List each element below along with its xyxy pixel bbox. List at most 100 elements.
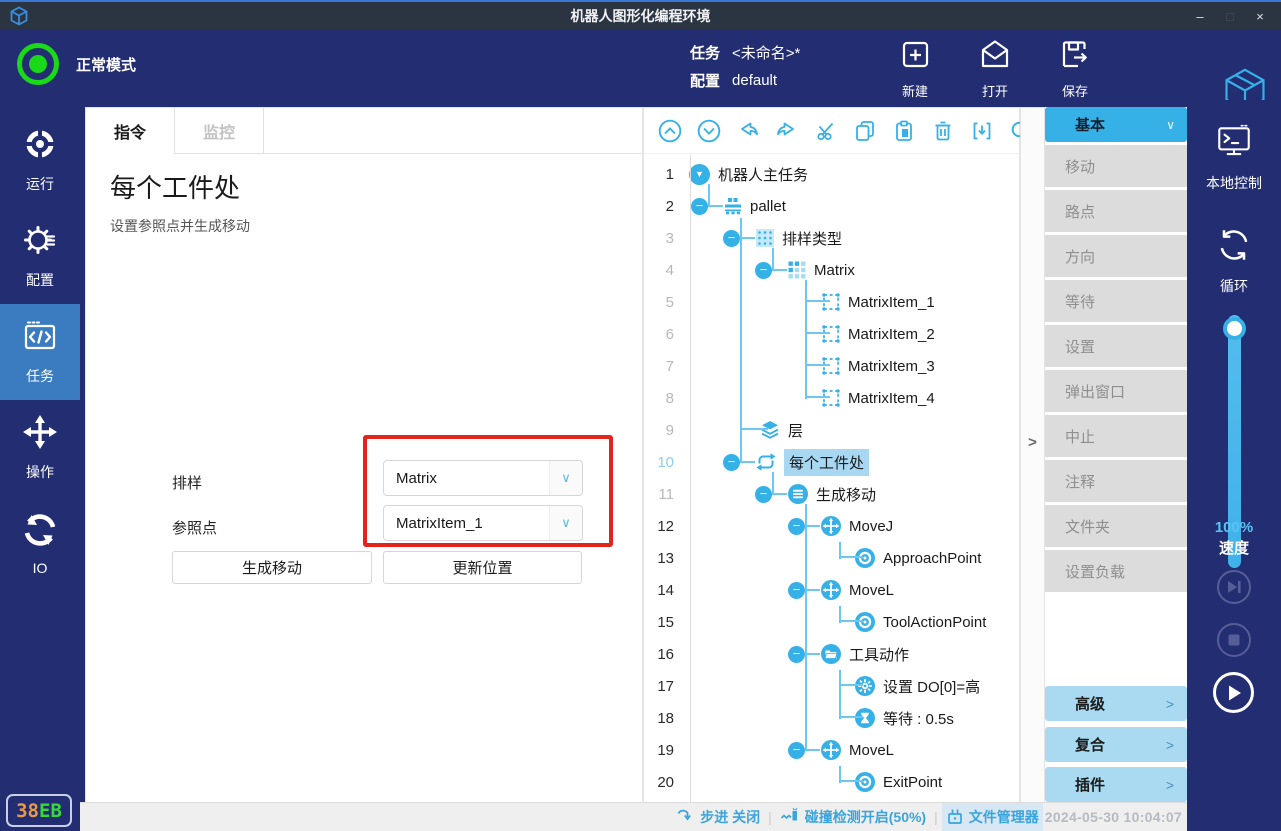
expand-icon[interactable]: ▼ [689,164,710,185]
panel-collapse-strip[interactable]: > [1020,107,1045,802]
save-task-button[interactable]: 保存 [1045,36,1105,100]
tree-row[interactable]: 3 − 排样类型 [644,222,1019,254]
collapse-icon[interactable]: − [788,646,805,663]
tree-row[interactable]: 12 − MoveJ [644,510,1019,542]
tree-node-label[interactable]: 排样类型 [782,228,842,249]
tree-node-label[interactable]: MatrixItem_4 [848,390,935,407]
palette-item-popup[interactable]: 弹出窗口 [1045,370,1187,412]
tree-node-label[interactable]: MoveL [849,582,894,599]
tree-node-label[interactable]: 层 [788,420,803,441]
tree-row[interactable]: 9 层 [644,414,1019,446]
palette-item-move[interactable]: 移动 [1045,145,1187,187]
tree-node-label[interactable]: 生成移动 [816,484,876,505]
tree-node-label[interactable]: 每个工件处 [784,449,869,476]
open-task-button[interactable]: 打开 [965,36,1025,100]
tree-node-label[interactable]: 工具动作 [849,644,909,665]
tree-row[interactable]: 1 ▼ 机器人主任务 [644,158,1019,190]
collapse-icon[interactable]: − [788,518,805,535]
collapse-icon[interactable]: − [755,486,772,503]
tree-node-label[interactable]: MatrixItem_1 [848,294,935,311]
tree-row-selected[interactable]: 10 − 每个工件处 [644,446,1019,478]
tree-row[interactable]: 17 设置 DO[0]=高 [644,670,1019,702]
collapse-icon[interactable]: − [788,742,805,759]
palette-item-set[interactable]: 设置 [1045,325,1187,367]
palette-item-folder[interactable]: 文件夹 [1045,505,1187,547]
palette-category-advanced[interactable]: 高级 > [1045,686,1187,721]
new-task-button[interactable]: 新建 [885,36,945,100]
tree-row[interactable]: 7 MatrixItem_3 [644,350,1019,382]
tree-row[interactable]: 5 MatrixItem_1 [644,286,1019,318]
generate-move-button[interactable]: 生成移动 [172,551,372,584]
tree-node-label[interactable]: 设置 DO[0]=高 [883,676,980,697]
tree-node-label[interactable]: ApproachPoint [883,550,981,567]
sidebar-item-io[interactable]: IO [0,496,80,592]
tree-node-label[interactable]: 等待 : 0.5s [883,708,954,729]
update-position-button[interactable]: 更新位置 [383,551,582,584]
palette-category-plugin[interactable]: 插件 > [1045,767,1187,802]
tree-node-label[interactable]: MoveJ [849,518,893,535]
delete-button[interactable] [930,118,956,144]
tree-node-label[interactable]: ToolActionPoint [883,614,986,631]
tree-row[interactable]: 6 MatrixItem_2 [644,318,1019,350]
tree-node-label[interactable]: pallet [750,198,786,215]
play-button[interactable] [1213,672,1254,713]
sidebar-item-run[interactable]: 运行 [0,112,80,208]
collapse-icon[interactable]: − [691,198,708,215]
tree-node-label[interactable]: 机器人主任务 [718,164,808,185]
tree-row[interactable]: 13 ApproachPoint [644,542,1019,574]
file-manager-button[interactable]: 文件管理器 [942,803,1043,831]
close-button[interactable]: × [1249,9,1271,24]
collapse-icon[interactable]: − [723,230,740,247]
sidebar-item-operate[interactable]: 操作 [0,400,80,496]
tree-row[interactable]: 14 − MoveL [644,574,1019,606]
sidebar-item-task[interactable]: 任务 [0,304,80,400]
collapse-icon[interactable]: − [723,454,740,471]
palette-item-payload[interactable]: 设置负载 [1045,550,1187,592]
tree-node-label[interactable]: ExitPoint [883,774,942,791]
palette-category-basic[interactable]: 基本 ∨ [1045,107,1187,142]
palette-item-direction[interactable]: 方向 [1045,235,1187,277]
copy-button[interactable] [852,118,878,144]
tree-node-label[interactable]: Matrix [814,262,855,279]
undo-button[interactable] [735,118,761,144]
pattern-select[interactable]: Matrix ∨ [383,460,583,496]
cut-button[interactable] [813,118,839,144]
tree-row[interactable]: 16 − 工具动作 [644,638,1019,670]
tree-node-label[interactable]: MoveL [849,742,894,759]
palette-item-waypoint[interactable]: 路点 [1045,190,1187,232]
minimize-button[interactable]: – [1189,9,1211,24]
collapse-all-button[interactable] [657,118,683,144]
tree-row[interactable]: 4 − Matrix [644,254,1019,286]
collision-detection-status[interactable]: 碰撞检测开启(50%) [776,803,930,831]
sidebar-item-config[interactable]: 配置 [0,208,80,304]
collapse-icon[interactable]: − [755,262,772,279]
palette-category-composite[interactable]: 复合 > [1045,727,1187,762]
tree-row[interactable]: 18 等待 : 0.5s [644,702,1019,734]
tree-row[interactable]: 2 − pallet [644,190,1019,222]
palette-item-wait[interactable]: 等待 [1045,280,1187,322]
expand-all-button[interactable] [696,118,722,144]
palette-item-comment[interactable]: 注释 [1045,460,1187,502]
reference-select[interactable]: MatrixItem_1 ∨ [383,505,583,541]
tree-node-label[interactable]: MatrixItem_2 [848,326,935,343]
paste-button[interactable] [891,118,917,144]
collapse-icon[interactable]: − [788,582,805,599]
tab-monitor[interactable]: 监控 [175,108,264,153]
insert-button[interactable] [969,118,995,144]
loop-mode-button[interactable]: 循环 [1187,225,1281,296]
tree-row[interactable]: 15 ToolActionPoint [644,606,1019,638]
tree-row[interactable]: 11 − 生成移动 [644,478,1019,510]
tab-instruction[interactable]: 指令 [86,108,175,153]
tree-row[interactable]: 19 − MoveL [644,734,1019,766]
step-mode-status[interactable]: 步进 关闭 [672,803,764,831]
speed-slider-knob[interactable] [1223,317,1246,340]
step-button[interactable] [1217,570,1251,604]
tree-node-label[interactable]: MatrixItem_3 [848,358,935,375]
palette-item-abort[interactable]: 中止 [1045,415,1187,457]
stop-button[interactable] [1217,623,1251,657]
maximize-button[interactable]: □ [1219,9,1241,24]
redo-button[interactable] [774,118,800,144]
local-control-button[interactable]: 本地控制 [1187,122,1281,193]
tree-row[interactable]: 20 ExitPoint [644,766,1019,798]
tree-row[interactable]: 8 MatrixItem_4 [644,382,1019,414]
